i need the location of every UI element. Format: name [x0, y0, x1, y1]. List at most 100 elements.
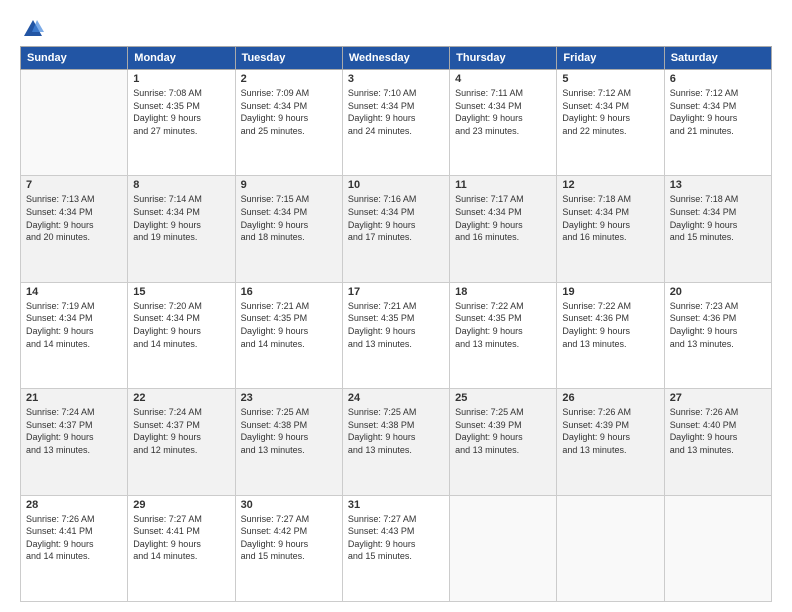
day-cell: 28 Sunrise: 7:26 AM Sunset: 4:41 PM Dayli… [21, 495, 128, 601]
day-cell: 11 Sunrise: 7:17 AM Sunset: 4:34 PM Dayli… [450, 176, 557, 282]
day-number: 21 [26, 392, 122, 404]
day-number: 14 [26, 286, 122, 298]
day-cell [21, 70, 128, 176]
day-info: Sunrise: 7:13 AM Sunset: 4:34 PM Dayligh… [26, 193, 122, 243]
day-cell: 19 Sunrise: 7:22 AM Sunset: 4:36 PM Dayli… [557, 282, 664, 388]
header-cell-friday: Friday [557, 47, 664, 70]
day-number: 16 [241, 286, 337, 298]
day-cell: 7 Sunrise: 7:13 AM Sunset: 4:34 PM Daylig… [21, 176, 128, 282]
header-cell-wednesday: Wednesday [342, 47, 449, 70]
header-cell-monday: Monday [128, 47, 235, 70]
day-number: 20 [670, 286, 766, 298]
day-cell: 25Sunrise: 7:25 AM Sunset: 4:39 PM Dayli… [450, 389, 557, 495]
day-cell: 13 Sunrise: 7:18 AM Sunset: 4:34 PM Dayli… [664, 176, 771, 282]
day-cell: 3Sunrise: 7:10 AM Sunset: 4:34 PM Daylig… [342, 70, 449, 176]
day-info: Sunrise: 7:14 AM Sunset: 4:34 PM Dayligh… [133, 193, 229, 243]
day-cell: 5 Sunrise: 7:12 AM Sunset: 4:34 PM Daylig… [557, 70, 664, 176]
day-number: 25 [455, 392, 551, 404]
day-cell: 14 Sunrise: 7:19 AM Sunset: 4:34 PM Dayli… [21, 282, 128, 388]
day-number: 24 [348, 392, 444, 404]
day-info: Sunrise: 7:20 AM Sunset: 4:34 PM Dayligh… [133, 300, 229, 350]
logo-icon [22, 18, 44, 40]
day-number: 18 [455, 286, 551, 298]
day-number: 11 [455, 179, 551, 191]
day-info: Sunrise: 7:22 AM Sunset: 4:35 PM Dayligh… [455, 300, 551, 350]
day-info: Sunrise: 7:19 AM Sunset: 4:34 PM Dayligh… [26, 300, 122, 350]
day-number: 23 [241, 392, 337, 404]
day-info: Sunrise: 7:21 AM Sunset: 4:35 PM Dayligh… [348, 300, 444, 350]
day-number: 7 [26, 179, 122, 191]
day-info: Sunrise: 7:18 AM Sunset: 4:34 PM Dayligh… [562, 193, 658, 243]
header [20, 18, 772, 40]
calendar-body: 1 Sunrise: 7:08 AM Sunset: 4:35 PM Daylig… [21, 70, 772, 602]
day-number: 9 [241, 179, 337, 191]
header-cell-saturday: Saturday [664, 47, 771, 70]
day-info: Sunrise: 7:12 AM Sunset: 4:34 PM Dayligh… [670, 87, 766, 137]
day-cell: 24 Sunrise: 7:25 AM Sunset: 4:38 PM Dayli… [342, 389, 449, 495]
calendar-table: SundayMondayTuesdayWednesdayThursdayFrid… [20, 46, 772, 602]
day-cell: 21Sunrise: 7:24 AM Sunset: 4:37 PM Dayli… [21, 389, 128, 495]
day-info: Sunrise: 7:08 AM Sunset: 4:35 PM Dayligh… [133, 87, 229, 137]
day-cell: 6 Sunrise: 7:12 AM Sunset: 4:34 PM Daylig… [664, 70, 771, 176]
header-cell-thursday: Thursday [450, 47, 557, 70]
day-info: Sunrise: 7:11 AM Sunset: 4:34 PM Dayligh… [455, 87, 551, 137]
day-number: 8 [133, 179, 229, 191]
day-cell: 9Sunrise: 7:15 AM Sunset: 4:34 PM Daylig… [235, 176, 342, 282]
day-number: 6 [670, 73, 766, 85]
day-cell [557, 495, 664, 601]
day-number: 30 [241, 499, 337, 511]
header-cell-tuesday: Tuesday [235, 47, 342, 70]
day-info: Sunrise: 7:26 AM Sunset: 4:39 PM Dayligh… [562, 406, 658, 456]
day-cell: 27 Sunrise: 7:26 AM Sunset: 4:40 PM Dayli… [664, 389, 771, 495]
day-cell: 30Sunrise: 7:27 AM Sunset: 4:42 PM Dayli… [235, 495, 342, 601]
logo [20, 18, 44, 40]
day-info: Sunrise: 7:17 AM Sunset: 4:34 PM Dayligh… [455, 193, 551, 243]
week-row-4: 21 Sunrise: 7:24 AM Sunset: 4:37 PM Dayli… [21, 389, 772, 495]
day-cell: 15 Sunrise: 7:20 AM Sunset: 4:34 PM Dayli… [128, 282, 235, 388]
day-number: 22 [133, 392, 229, 404]
day-number: 27 [670, 392, 766, 404]
day-cell [664, 495, 771, 601]
day-number: 5 [562, 73, 658, 85]
day-cell: 4Sunrise: 7:11 AM Sunset: 4:34 PM Daylig… [450, 70, 557, 176]
day-number: 17 [348, 286, 444, 298]
day-cell: 31 Sunrise: 7:27 AM Sunset: 4:43 PM Dayli… [342, 495, 449, 601]
day-info: Sunrise: 7:09 AM Sunset: 4:34 PM Dayligh… [241, 87, 337, 137]
day-info: Sunrise: 7:23 AM Sunset: 4:36 PM Dayligh… [670, 300, 766, 350]
day-info: Sunrise: 7:27 AM Sunset: 4:41 PM Dayligh… [133, 513, 229, 563]
day-info: Sunrise: 7:26 AM Sunset: 4:41 PM Dayligh… [26, 513, 122, 563]
day-cell [450, 495, 557, 601]
calendar-header-row: SundayMondayTuesdayWednesdayThursdayFrid… [21, 47, 772, 70]
day-info: Sunrise: 7:25 AM Sunset: 4:38 PM Dayligh… [348, 406, 444, 456]
day-cell: 20 Sunrise: 7:23 AM Sunset: 4:36 PM Dayli… [664, 282, 771, 388]
day-info: Sunrise: 7:26 AM Sunset: 4:40 PM Dayligh… [670, 406, 766, 456]
day-cell: 17 Sunrise: 7:21 AM Sunset: 4:35 PM Dayli… [342, 282, 449, 388]
week-row-2: 7 Sunrise: 7:13 AM Sunset: 4:34 PM Daylig… [21, 176, 772, 282]
day-number: 26 [562, 392, 658, 404]
week-row-5: 28 Sunrise: 7:26 AM Sunset: 4:41 PM Dayli… [21, 495, 772, 601]
day-number: 31 [348, 499, 444, 511]
day-cell: 22 Sunrise: 7:24 AM Sunset: 4:37 PM Dayli… [128, 389, 235, 495]
day-number: 1 [133, 73, 229, 85]
day-number: 19 [562, 286, 658, 298]
day-number: 28 [26, 499, 122, 511]
day-info: Sunrise: 7:18 AM Sunset: 4:34 PM Dayligh… [670, 193, 766, 243]
day-cell: 23Sunrise: 7:25 AM Sunset: 4:38 PM Dayli… [235, 389, 342, 495]
day-number: 12 [562, 179, 658, 191]
day-cell: 10Sunrise: 7:16 AM Sunset: 4:34 PM Dayli… [342, 176, 449, 282]
day-info: Sunrise: 7:24 AM Sunset: 4:37 PM Dayligh… [133, 406, 229, 456]
day-cell: 1 Sunrise: 7:08 AM Sunset: 4:35 PM Daylig… [128, 70, 235, 176]
week-row-1: 1 Sunrise: 7:08 AM Sunset: 4:35 PM Daylig… [21, 70, 772, 176]
day-cell: 16 Sunrise: 7:21 AM Sunset: 4:35 PM Dayli… [235, 282, 342, 388]
day-cell: 29Sunrise: 7:27 AM Sunset: 4:41 PM Dayli… [128, 495, 235, 601]
day-cell: 26 Sunrise: 7:26 AM Sunset: 4:39 PM Dayli… [557, 389, 664, 495]
day-number: 3 [348, 73, 444, 85]
day-number: 15 [133, 286, 229, 298]
day-info: Sunrise: 7:12 AM Sunset: 4:34 PM Dayligh… [562, 87, 658, 137]
day-info: Sunrise: 7:21 AM Sunset: 4:35 PM Dayligh… [241, 300, 337, 350]
day-number: 10 [348, 179, 444, 191]
day-info: Sunrise: 7:22 AM Sunset: 4:36 PM Dayligh… [562, 300, 658, 350]
day-number: 13 [670, 179, 766, 191]
day-info: Sunrise: 7:27 AM Sunset: 4:43 PM Dayligh… [348, 513, 444, 563]
day-cell: 12 Sunrise: 7:18 AM Sunset: 4:34 PM Dayli… [557, 176, 664, 282]
